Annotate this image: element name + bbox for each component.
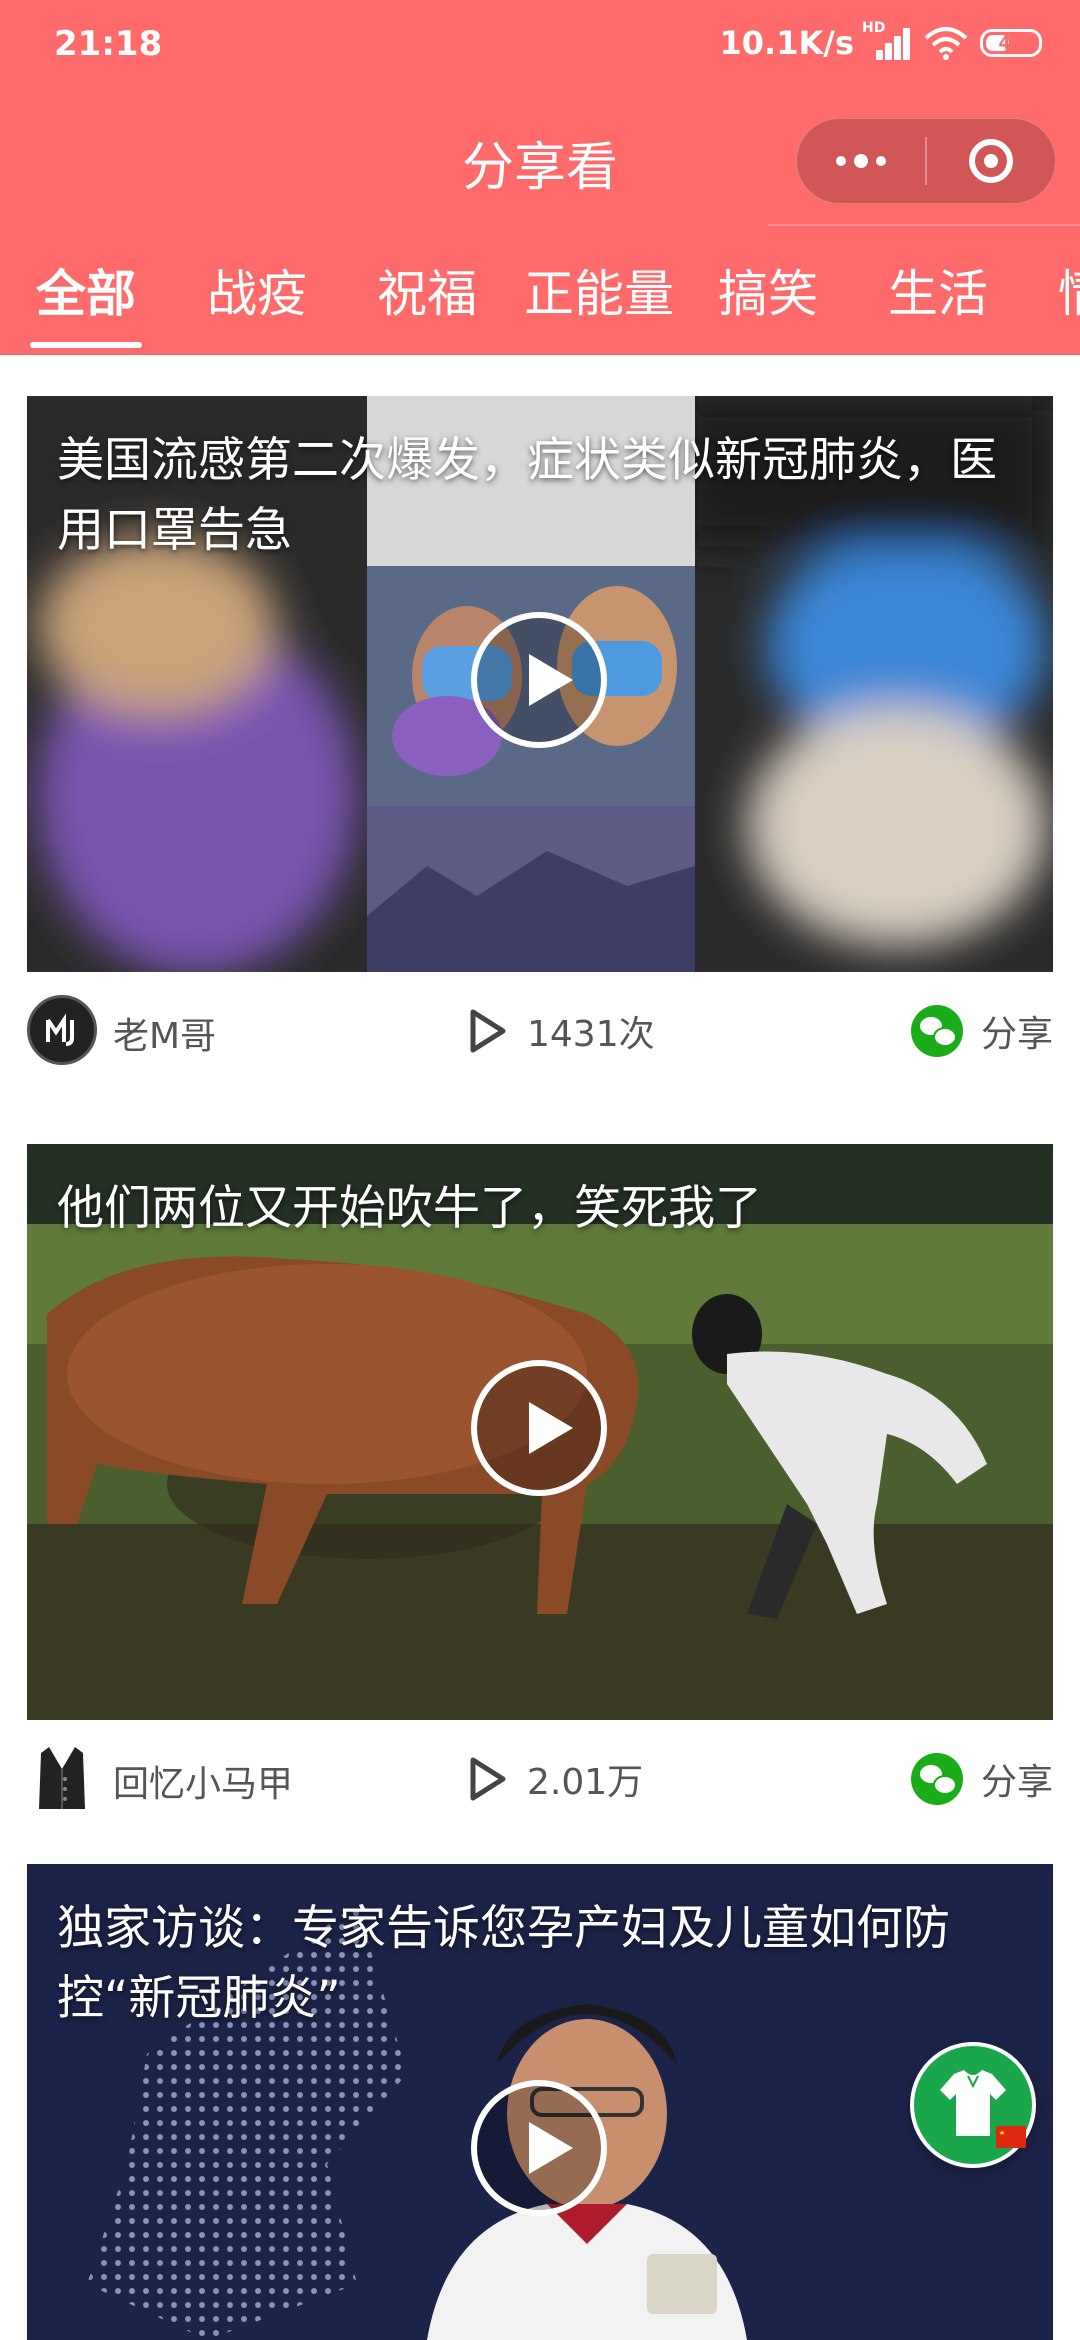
battery-icon: 41 (980, 29, 1042, 57)
view-count: 1431次 (467, 995, 655, 1067)
mj-logo-icon (46, 1013, 74, 1046)
play-count-icon (470, 1757, 506, 1801)
avatar[interactable] (27, 995, 97, 1065)
hd-label: HD (862, 20, 886, 36)
signal-icon: HD (862, 20, 912, 60)
author-name[interactable]: 老M哥 (113, 1007, 216, 1059)
target-icon (969, 139, 1013, 183)
more-options-button[interactable] (797, 119, 925, 203)
share-button[interactable]: 分享 (910, 1743, 1053, 1815)
play-button[interactable] (471, 2080, 607, 2216)
tab-positive-energy[interactable]: 正能量 (524, 254, 674, 326)
avatar[interactable] (27, 1743, 97, 1813)
share-button[interactable]: 分享 (910, 995, 1053, 1067)
play-count-icon (470, 1009, 506, 1053)
tab-all[interactable]: 全部 (36, 254, 136, 326)
video-meta: 回忆小马甲 2.01万 分享 (27, 1743, 1053, 1815)
status-time: 21:18 (54, 24, 163, 64)
miniprogram-capsule (796, 118, 1056, 204)
wifi-icon (924, 27, 968, 60)
category-tabs: 全部 战疫 祝福 正能量 搞笑 生活 情 (0, 250, 1080, 355)
tshirt-icon (940, 2070, 1026, 2148)
status-indicators: 10.1K/s HD 41 (719, 20, 1042, 62)
view-count: 2.01万 (467, 1743, 643, 1815)
view-count-text: 2.01万 (527, 1762, 644, 1803)
play-button[interactable] (471, 1360, 607, 1496)
video-thumbnail[interactable]: 独家访谈：专家告诉您孕产妇及儿童如何防控“新冠肺炎” (27, 1864, 1053, 2340)
tab-life[interactable]: 生活 (888, 254, 988, 326)
status-bar: 21:18 10.1K/s HD 41 (0, 0, 1080, 96)
video-thumbnail[interactable]: 美国流感第二次爆发，症状类似新冠肺炎，医用口罩告急 (27, 396, 1053, 972)
video-title: 独家访谈：专家告诉您孕产妇及儿童如何防控“新冠肺炎” (57, 1901, 950, 2026)
view-count-text: 1431次 (527, 1014, 655, 1055)
app-header: 21:18 10.1K/s HD 41 分享看 全部 战疫 祝福 正能量 搞笑 … (0, 0, 1080, 355)
tab-epidemic[interactable]: 战疫 (207, 254, 307, 326)
author-name[interactable]: 回忆小马甲 (113, 1755, 293, 1807)
video-title: 美国流感第二次爆发，症状类似新冠肺炎，医用口罩告急 (57, 433, 997, 558)
tab-emotion[interactable]: 情 (1058, 254, 1080, 326)
wechat-icon (910, 1753, 963, 1805)
vest-icon (39, 1747, 85, 1809)
share-label: 分享 (980, 1014, 1053, 1055)
video-thumbnail[interactable]: 他们两位又开始吹牛了，笑死我了 (27, 1144, 1053, 1720)
battery-level: 41 (998, 32, 1024, 54)
close-miniprogram-button[interactable] (927, 119, 1055, 203)
network-speed: 10.1K/s (719, 24, 854, 62)
tab-funny[interactable]: 搞笑 (718, 254, 818, 326)
video-title: 他们两位又开始吹牛了，笑死我了 (57, 1181, 762, 1236)
share-label: 分享 (980, 1762, 1053, 1803)
wechat-icon (910, 1005, 963, 1057)
play-button[interactable] (471, 612, 607, 748)
tab-blessing[interactable]: 祝福 (377, 254, 477, 326)
floating-shop-button[interactable] (910, 2042, 1036, 2168)
tab-active-indicator (30, 342, 142, 348)
capsule-divider-line (768, 224, 1080, 226)
video-meta: 老M哥 1431次 分享 (27, 995, 1053, 1067)
